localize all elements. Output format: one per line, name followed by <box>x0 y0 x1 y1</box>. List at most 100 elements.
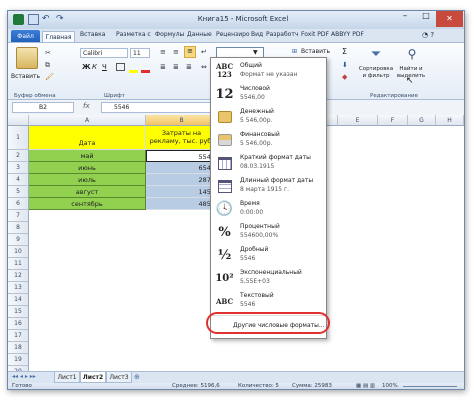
format-option-currency[interactable]: Денежный 5 546,00р. <box>211 106 326 129</box>
column-header-b[interactable]: B <box>146 115 218 126</box>
value-cell[interactable]: 2879 <box>146 174 218 186</box>
format-option-fraction[interactable]: ½ Дробный 5546 <box>211 244 326 267</box>
zoom-level[interactable]: 100% <box>382 383 398 389</box>
format-option-number[interactable]: 12 Числовой 5546,00 <box>211 83 326 106</box>
column-header-a[interactable]: A <box>29 115 146 126</box>
row-header[interactable]: 6 <box>8 198 29 210</box>
font-name-select[interactable]: Calibri <box>80 48 128 58</box>
row-header[interactable]: 9 <box>8 234 29 246</box>
find-select-icon[interactable]: ⚲ <box>404 47 420 63</box>
row-header[interactable]: 11 <box>8 258 29 270</box>
column-header-h[interactable]: H <box>436 115 464 126</box>
align-right-icon[interactable]: ≣ <box>186 63 192 71</box>
italic-icon[interactable]: К <box>92 63 97 71</box>
save-icon[interactable] <box>28 14 39 25</box>
format-option-long-date[interactable]: Длинный формат даты 8 марта 1915 г. <box>211 175 326 198</box>
row-header[interactable]: 17 <box>8 330 29 342</box>
row-header[interactable]: 8 <box>8 222 29 234</box>
sheet-nav-icon[interactable]: ◂◂ ◂ ▸ ▸▸ <box>12 373 36 380</box>
cut-icon[interactable]: ✂ <box>45 49 51 57</box>
format-option-scientific[interactable]: 10² Экспоненциальный 5,55E+03 <box>211 267 326 290</box>
format-sample: 5546,00 <box>240 94 265 101</box>
value-cell[interactable]: 1452 <box>146 186 218 198</box>
autosum-icon[interactable]: Σ <box>342 47 347 56</box>
font-size-select[interactable]: 11 <box>130 48 150 58</box>
format-option-short-date[interactable]: Краткий формат даты 08.03.1915 <box>211 152 326 175</box>
sheet-tab-1[interactable]: Лист1 <box>54 372 80 383</box>
insert-cells-icon[interactable]: ⊞ <box>292 48 297 55</box>
row-header[interactable]: 5 <box>8 186 29 198</box>
chevron-down-icon[interactable]: ▼ <box>253 49 258 56</box>
row-header[interactable]: 10 <box>8 246 29 258</box>
name-box[interactable]: B2 <box>12 102 74 113</box>
undo-icon[interactable]: ↶ <box>42 14 53 25</box>
row-header[interactable]: 7 <box>8 210 29 222</box>
row-header[interactable]: 18 <box>8 342 29 354</box>
row-header[interactable]: 3 <box>8 162 29 174</box>
status-bar: Готово Среднее: 5196,6 Количество: 5 Сум… <box>8 383 464 389</box>
month-cell[interactable]: май <box>29 150 146 162</box>
underline-icon[interactable]: Ч <box>102 63 107 71</box>
font-color-icon[interactable] <box>141 70 150 73</box>
format-painter-icon[interactable]: 🖌 <box>45 73 54 81</box>
row-header[interactable]: 19 <box>8 354 29 366</box>
align-center-icon[interactable]: ≣ <box>173 63 179 71</box>
row-header[interactable]: 12 <box>8 270 29 282</box>
accounting-icon <box>215 131 234 150</box>
borders-icon[interactable] <box>116 63 125 71</box>
align-left-icon[interactable]: ≣ <box>160 63 166 71</box>
row-header[interactable]: 14 <box>8 294 29 306</box>
value-cell[interactable]: 4852 <box>146 198 218 210</box>
select-all-corner[interactable] <box>8 115 29 126</box>
insert-cells-button[interactable]: Вставить <box>301 48 330 55</box>
bold-icon[interactable]: Ж <box>82 63 91 71</box>
fill-icon[interactable]: ⬇ <box>342 61 348 69</box>
column-header-f[interactable]: F <box>378 115 408 126</box>
row-header[interactable]: 4 <box>8 174 29 186</box>
value-cell[interactable]: 6548 <box>146 162 218 174</box>
row-header[interactable]: 16 <box>8 318 29 330</box>
new-sheet-icon[interactable]: ⊕ <box>134 373 140 381</box>
merge-cells-icon[interactable]: ⇔ <box>201 63 207 71</box>
maximize-icon[interactable]: □ <box>416 11 436 27</box>
format-option-text[interactable]: ABC Текстовый 5546 <box>211 290 326 313</box>
row-header[interactable]: 15 <box>8 306 29 318</box>
sheet-tab-2-active[interactable]: Лист2 <box>80 372 106 383</box>
header-cell-date[interactable]: Дата <box>29 126 146 150</box>
minimize-icon[interactable]: – <box>394 11 416 27</box>
fx-icon[interactable]: fx <box>83 102 101 110</box>
month-cell[interactable]: июнь <box>29 162 146 174</box>
header-cell-ad-costs[interactable]: Затраты на рекламу, тыс. руб. <box>146 126 218 150</box>
sort-filter-icon[interactable]: ⏷ <box>368 47 384 63</box>
sheet-tab-3[interactable]: Лист3 <box>106 372 132 383</box>
row-header[interactable]: 1 <box>8 126 29 150</box>
fill-color-icon[interactable] <box>129 70 138 73</box>
format-sample: 5 546,00р. <box>240 140 273 147</box>
paste-button[interactable]: Вставить <box>11 73 40 80</box>
close-icon[interactable]: ✕ <box>436 11 463 27</box>
format-option-general[interactable]: ABC 123 Общий Формат не указан <box>211 60 326 83</box>
clear-icon[interactable]: ◆ <box>342 73 347 81</box>
view-mode-icons[interactable]: ▦ ▤ ▥ <box>356 383 375 389</box>
align-middle-icon[interactable]: ≡ <box>173 48 179 56</box>
sort-filter-button[interactable]: Сортировка и фильтр <box>357 66 395 80</box>
month-cell[interactable]: август <box>29 186 146 198</box>
format-name: Краткий формат даты <box>240 154 311 161</box>
redo-icon[interactable]: ↷ <box>56 14 67 25</box>
align-bottom-icon[interactable]: ≡ <box>184 46 196 58</box>
column-header-e[interactable]: E <box>338 115 378 126</box>
align-top-icon[interactable]: ≡ <box>160 48 166 56</box>
format-option-time[interactable]: 🕓 Время 0:00:00 <box>211 198 326 221</box>
paste-icon[interactable] <box>16 47 38 69</box>
row-header[interactable]: 2 <box>8 150 29 162</box>
format-option-accounting[interactable]: Финансовый 5 546,00р. <box>211 129 326 152</box>
zoom-slider[interactable] <box>403 386 457 387</box>
column-header-g[interactable]: G <box>408 115 436 126</box>
month-cell[interactable]: сентябрь <box>29 198 146 210</box>
wrap-text-icon[interactable]: ↵ <box>201 48 207 56</box>
row-header[interactable]: 13 <box>8 282 29 294</box>
copy-icon[interactable]: ⧉ <box>45 61 50 70</box>
value-cell-selected[interactable]: 5546 <box>146 150 218 162</box>
format-option-percent[interactable]: % Процентный 554600,00% <box>211 221 326 244</box>
month-cell[interactable]: июль <box>29 174 146 186</box>
